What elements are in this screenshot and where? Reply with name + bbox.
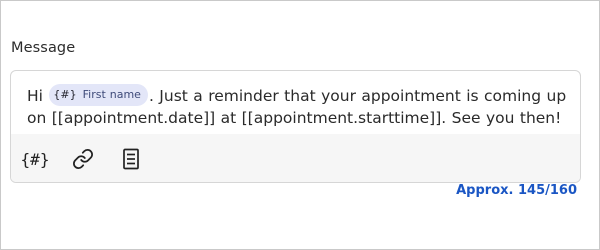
message-text-start: Hi (27, 87, 49, 105)
message-text[interactable]: Hi {#} First name. Just a reminder that y… (27, 84, 567, 129)
braces-hash-icon: {#} (20, 149, 50, 169)
variable-chip-label: First name (82, 88, 141, 101)
character-counter: Approx. 145/160 (456, 183, 577, 198)
insert-link-button[interactable] (71, 147, 95, 171)
message-label: Message (11, 40, 76, 56)
insert-template-button[interactable] (119, 147, 143, 171)
variable-chip-icon: {#} (53, 88, 77, 101)
message-editor[interactable]: Hi {#} First name. Just a reminder that y… (10, 70, 581, 183)
message-panel: Message Hi {#} First name. Just a reminde… (0, 0, 600, 250)
insert-variable-button[interactable]: {#} (20, 147, 50, 171)
editor-toolbar: {#} (11, 134, 580, 182)
link-icon (73, 149, 93, 169)
document-icon (123, 148, 139, 170)
first-name-variable-chip[interactable]: {#} First name (49, 84, 148, 106)
